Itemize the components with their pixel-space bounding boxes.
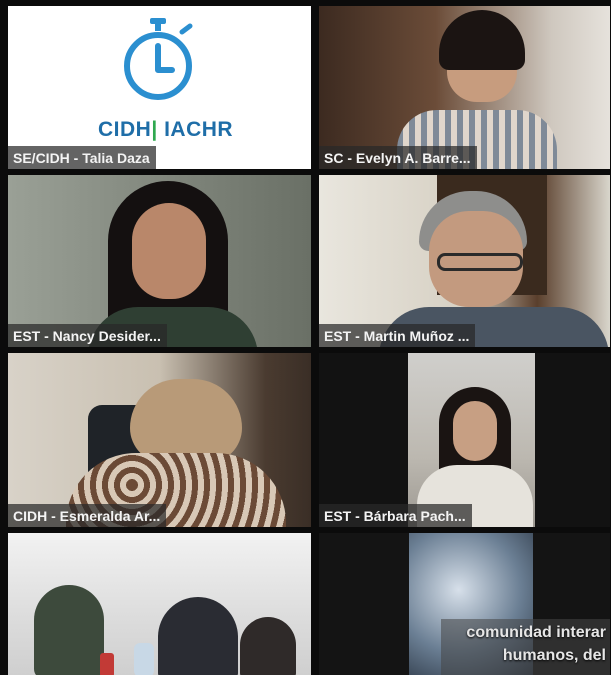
participant-tile-talia-daza[interactable]: CIDH| IACHR SE/CIDH - Talia Daza — [8, 6, 311, 169]
participant-name-label: SE/CIDH - Talia Daza — [8, 146, 156, 169]
participant-video — [453, 401, 497, 461]
participant-tile-esmeralda-ar[interactable]: CIDH - Esmeralda Ar... — [8, 353, 311, 527]
caption-line: humanos, del — [502, 647, 606, 664]
soda-can-icon — [100, 653, 114, 675]
participant-tile-martin-munoz[interactable]: EST - Martin Muñoz ... — [319, 175, 610, 347]
presentation-tile[interactable]: comunidad interar humanos, del — [319, 533, 610, 675]
participant-video — [240, 617, 296, 675]
participant-name-label: EST - Martin Muñoz ... — [319, 324, 476, 347]
participant-name-label: EST - Bárbara Pach... — [319, 504, 472, 527]
caption-line: comunidad interar — [466, 624, 606, 641]
participant-name-label: SC - Evelyn A. Barre... — [319, 146, 477, 169]
cidh-logo-text: CIDH| IACHR — [98, 118, 234, 141]
participant-name-label: EST - Nancy Desider... — [8, 324, 167, 347]
video-grid: CIDH| IACHR SE/CIDH - Talia Daza SC - Ev… — [0, 0, 611, 675]
live-caption: comunidad interar humanos, del — [466, 621, 606, 667]
participant-tile-nancy-desider[interactable]: EST - Nancy Desider... — [8, 175, 311, 347]
water-bottle-icon — [134, 643, 154, 675]
participant-tile-meeting-room[interactable] — [8, 533, 311, 675]
participant-name-label: CIDH - Esmeralda Ar... — [8, 504, 167, 527]
participant-video — [158, 597, 238, 675]
participant-hair — [130, 379, 242, 463]
participant-tile-barbara-pach[interactable]: EST - Bárbara Pach... — [319, 353, 610, 527]
participant-video — [132, 203, 206, 299]
participant-video — [34, 585, 104, 675]
stopwatch-icon — [124, 18, 193, 100]
eyeglasses-icon — [437, 253, 523, 271]
participant-tile-evelyn-barre[interactable]: SC - Evelyn A. Barre... — [319, 6, 610, 169]
